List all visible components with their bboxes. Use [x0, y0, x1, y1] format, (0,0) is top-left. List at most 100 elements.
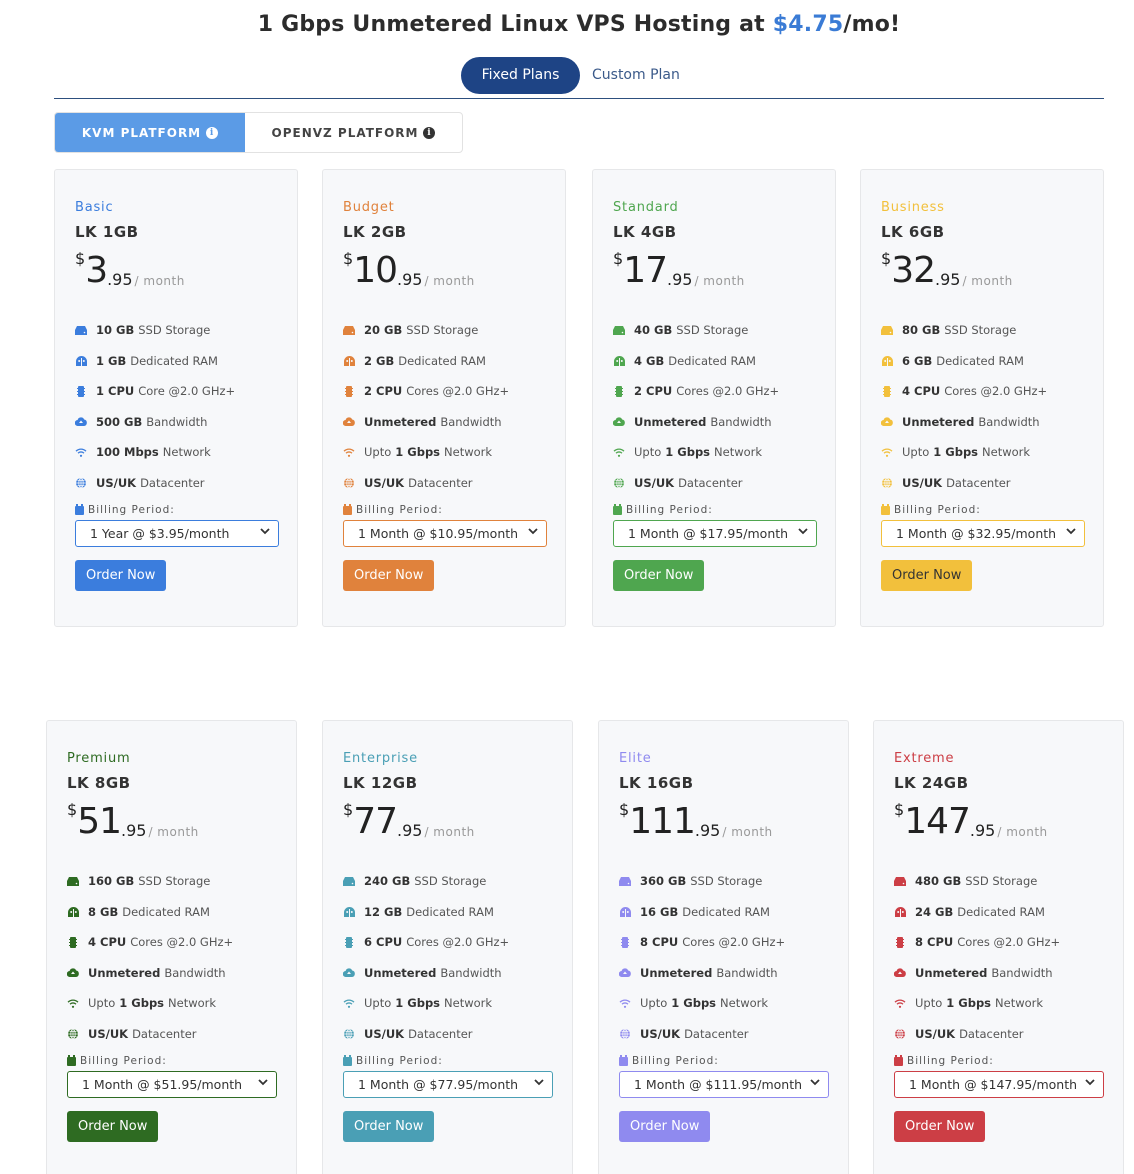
info-icon[interactable]: i: [206, 126, 219, 139]
memory-icon: [881, 355, 893, 366]
tab-openvz-platform[interactable]: OPENVZ PLATFORM i: [245, 113, 462, 152]
feature-storage: 40 GB SSD Storage: [613, 315, 815, 346]
feature-datacenter: US/UK Datacenter: [75, 468, 277, 499]
header-divider: [54, 98, 1104, 99]
feature-cpu: 1 CPU Core @2.0 GHz+: [75, 376, 277, 407]
order-now-button[interactable]: Order Now: [619, 1111, 711, 1142]
feature-cpu: 2 CPU Cores @2.0 GHz+: [343, 376, 545, 407]
price-currency: $: [75, 249, 86, 268]
feature-list: 360 GB SSD Storage 16 GB Dedicated RAM 8 C…: [619, 866, 828, 1049]
plan-name: LK 24GB: [894, 774, 969, 792]
billing-period-value: 1 Month @ $51.95/month: [82, 1077, 243, 1092]
price-decimal: .95: [969, 821, 996, 840]
memory-icon: [343, 355, 355, 366]
cloud-upload-icon: [613, 417, 625, 427]
feature-datacenter: US/UK Datacenter: [881, 468, 1083, 499]
plan-price: $ 147 .95 / month: [894, 798, 1103, 840]
billing-period-label: Billing Period:: [67, 1054, 276, 1067]
hdd-icon: [613, 325, 625, 335]
feature-cpu: 4 CPU Cores @2.0 GHz+: [881, 376, 1083, 407]
memory-icon: [894, 906, 906, 917]
plan-price: $ 32 .95 / month: [881, 247, 1083, 289]
wifi-icon: [343, 998, 355, 1008]
billing-period-select[interactable]: 1 Month @ $10.95/month: [343, 520, 547, 547]
cpu-chip-icon: [894, 936, 906, 948]
calendar-icon: [894, 1054, 903, 1066]
memory-icon: [343, 906, 355, 917]
feature-list: 40 GB SSD Storage 4 GB Dedicated RAM 2 CPU…: [613, 315, 815, 498]
feature-list: 80 GB SSD Storage 6 GB Dedicated RAM 4 CPU…: [881, 315, 1083, 498]
platform-tabs: KVM PLATFORM i OPENVZ PLATFORM i: [54, 112, 463, 153]
feature-list: 20 GB SSD Storage 2 GB Dedicated RAM 2 CPU…: [343, 315, 545, 498]
billing-period-select[interactable]: 1 Year @ $3.95/month: [75, 520, 279, 547]
calendar-icon: [613, 503, 622, 515]
billing-period-select[interactable]: 1 Month @ $17.95/month: [613, 520, 817, 547]
feature-cpu: 8 CPU Cores @2.0 GHz+: [894, 927, 1103, 958]
price-period: / month: [722, 825, 773, 839]
price-period: / month: [424, 274, 475, 288]
feature-network: Upto 1 Gbps Network: [881, 437, 1083, 468]
price-integer: 10: [353, 250, 398, 291]
plan-price: $ 111 .95 / month: [619, 798, 828, 840]
chevron-down-icon: [798, 527, 808, 538]
cpu-chip-icon: [619, 936, 631, 948]
billing-period-select[interactable]: 1 Month @ $77.95/month: [343, 1071, 553, 1098]
hdd-icon: [343, 876, 355, 886]
order-now-button[interactable]: Order Now: [67, 1111, 159, 1142]
feature-storage: 160 GB SSD Storage: [67, 866, 276, 897]
price-integer: 147: [904, 801, 971, 842]
hdd-icon: [619, 876, 631, 886]
feature-network: 100 Mbps Network: [75, 437, 277, 468]
calendar-icon: [343, 1054, 352, 1066]
tab-label: KVM PLATFORM: [81, 125, 202, 140]
order-now-button[interactable]: Order Now: [894, 1111, 986, 1142]
billing-period-label: Billing Period:: [881, 503, 1083, 516]
price-integer: 17: [623, 250, 668, 291]
plan-name: LK 8GB: [67, 774, 131, 792]
billing-period-select[interactable]: 1 Month @ $147.95/month: [894, 1071, 1104, 1098]
billing-period-select[interactable]: 1 Month @ $51.95/month: [67, 1071, 277, 1098]
calendar-icon: [67, 1054, 76, 1066]
hdd-icon: [894, 876, 906, 886]
plan-card-elite: Elite LK 16GB $ 111 .95 / month 360 GB SS…: [598, 720, 849, 1174]
feature-network: Upto 1 Gbps Network: [343, 988, 552, 1019]
plan-card-business: Business LK 6GB $ 32 .95 / month 80 GB SS…: [860, 169, 1104, 627]
plan-tier: Budget: [343, 200, 395, 215]
plan-tier: Elite: [619, 751, 652, 766]
feature-datacenter: US/UK Datacenter: [343, 468, 545, 499]
headline-text: 1 Gbps Unmetered Linux VPS Hosting at: [257, 12, 773, 37]
feature-ram: 1 GB Dedicated RAM: [75, 346, 277, 377]
order-now-button[interactable]: Order Now: [613, 560, 705, 591]
plan-price: $ 17 .95 / month: [613, 247, 815, 289]
tab-kvm-platform[interactable]: KVM PLATFORM i: [55, 113, 245, 152]
order-now-button[interactable]: Order Now: [343, 560, 435, 591]
order-now-button[interactable]: Order Now: [75, 560, 167, 591]
order-now-button[interactable]: Order Now: [881, 560, 973, 591]
plan-card-standard: Standard LK 4GB $ 17 .95 / month 40 GB SS…: [592, 169, 836, 627]
wifi-icon: [894, 998, 906, 1008]
fixed-plans-tab[interactable]: Fixed Plans: [461, 57, 580, 94]
price-decimal: .95: [397, 270, 423, 289]
feature-bandwidth: Unmetered Bandwidth: [343, 958, 552, 989]
cloud-upload-icon: [343, 417, 355, 427]
billing-period-label: Billing Period:: [619, 1054, 828, 1067]
price-currency: $: [894, 800, 905, 819]
memory-icon: [619, 906, 631, 917]
price-currency: $: [881, 249, 892, 268]
order-now-button[interactable]: Order Now: [343, 1111, 435, 1142]
memory-icon: [613, 355, 625, 366]
info-icon[interactable]: i: [423, 126, 436, 139]
price-decimal: .95: [694, 821, 721, 840]
feature-network: Upto 1 Gbps Network: [894, 988, 1103, 1019]
price-decimal: .95: [397, 821, 423, 840]
plan-name: LK 1GB: [75, 223, 139, 241]
billing-period-value: 1 Month @ $32.95/month: [896, 526, 1057, 541]
feature-bandwidth: Unmetered Bandwidth: [343, 407, 545, 438]
billing-period-select[interactable]: 1 Month @ $32.95/month: [881, 520, 1085, 547]
price-decimal: .95: [667, 270, 693, 289]
custom-plan-tab[interactable]: Custom Plan: [580, 57, 698, 94]
wifi-icon: [613, 447, 625, 457]
cpu-chip-icon: [613, 385, 625, 397]
feature-bandwidth: Unmetered Bandwidth: [613, 407, 815, 438]
billing-period-select[interactable]: 1 Month @ $111.95/month: [619, 1071, 829, 1098]
